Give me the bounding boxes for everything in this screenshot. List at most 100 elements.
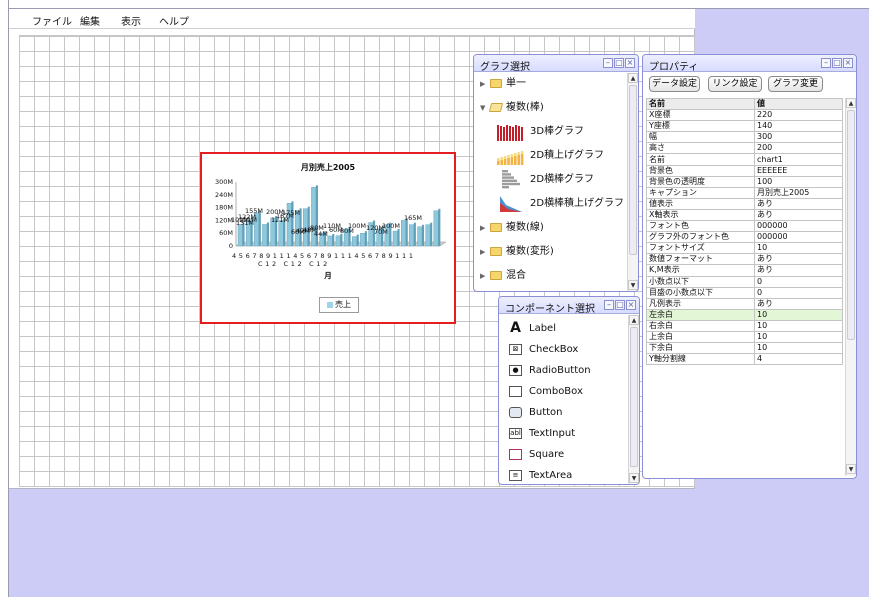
component-list-scrollbar[interactable]: ▲ ▼ (628, 315, 639, 484)
property-row[interactable]: 高さ 200 (646, 142, 843, 155)
menu-help[interactable]: ヘルプ (159, 13, 189, 28)
component-item[interactable]: ≡ TextArea (509, 466, 572, 484)
property-row[interactable]: 上余白 10 (646, 330, 843, 344)
close-icon[interactable]: × (625, 58, 635, 68)
change-graph-button[interactable]: グラフ変更 (768, 76, 823, 92)
property-row[interactable]: 凡例表示 あり (646, 297, 843, 310)
property-row[interactable]: 目盛の小数点以下 0 (646, 286, 843, 299)
property-value[interactable]: EEEEEE (754, 164, 843, 177)
close-icon[interactable]: × (843, 58, 853, 68)
property-row[interactable]: 右余白 10 (646, 319, 843, 332)
property-value[interactable]: あり (754, 197, 843, 210)
menu-edit[interactable]: 編集 (80, 13, 100, 28)
property-value[interactable]: あり (754, 253, 843, 266)
component-item[interactable]: Button (509, 403, 563, 423)
graph-type-item[interactable]: 2D横棒積上げグラフ (496, 192, 624, 216)
property-row[interactable]: 名前 chart1 (646, 153, 843, 166)
scroll-thumb[interactable] (629, 85, 637, 255)
triangle-right-icon[interactable]: ▶ (480, 75, 488, 93)
minimize-icon[interactable]: – (604, 300, 614, 310)
chart-widget[interactable]: 月別売上2005 300M 240M 180M 120M 60M 0 155M 122M 100… (200, 152, 456, 324)
maximize-icon[interactable]: □ (614, 58, 624, 68)
component-item[interactable]: Square (509, 445, 564, 465)
property-row[interactable]: フォント色 000000 (646, 220, 843, 233)
property-value[interactable]: 220 (754, 109, 843, 122)
minimize-icon[interactable]: – (603, 58, 613, 68)
graph-type-item[interactable]: 2D横棒グラフ (496, 168, 594, 192)
property-row[interactable]: 幅 300 (646, 131, 843, 144)
property-row[interactable]: K,M表示 あり (646, 264, 843, 277)
maximize-icon[interactable]: □ (832, 58, 842, 68)
menu-file[interactable]: ファイル (32, 13, 72, 28)
scroll-thumb[interactable] (847, 110, 855, 340)
graph-folder-item[interactable]: ▶ 複数(変形) (480, 243, 554, 261)
property-row[interactable]: X軸表示 あり (646, 208, 843, 222)
property-value[interactable]: 4 (754, 353, 843, 366)
component-item[interactable]: ⊠ CheckBox (509, 340, 578, 360)
scroll-up-icon[interactable]: ▲ (628, 73, 638, 83)
link-settings-button[interactable]: リンク設定 (708, 76, 762, 92)
scroll-down-icon[interactable]: ▼ (628, 280, 638, 290)
scroll-up-icon[interactable]: ▲ (846, 98, 856, 108)
menu-view[interactable]: 表示 (121, 13, 141, 28)
property-row[interactable]: Y座標 140 (646, 120, 843, 133)
component-item[interactable]: A Label (509, 319, 556, 339)
triangle-down-icon[interactable]: ▼ (480, 99, 488, 117)
property-row[interactable]: X座標 220 (646, 109, 843, 122)
property-value[interactable]: 0 (754, 275, 843, 288)
property-value[interactable]: 300 (754, 131, 843, 144)
property-value[interactable]: あり (754, 297, 843, 310)
property-value[interactable]: 10 (754, 330, 843, 344)
graph-folder-item[interactable]: ▶ 複数(線) (480, 219, 544, 237)
bar-chart: 300M240M180M120M60M0155M122M100M131M101M… (215, 178, 447, 280)
triangle-right-icon[interactable]: ▶ (480, 243, 488, 261)
property-row[interactable]: 数値フォーマット あり (646, 253, 843, 266)
component-label: Square (529, 449, 565, 460)
property-value[interactable]: 10 (754, 319, 843, 332)
property-row[interactable]: 値表示 あり (646, 197, 843, 210)
graph-folder-item[interactable]: ▶ 単一 (480, 75, 526, 93)
property-scrollbar[interactable]: ▲ ▼ (845, 98, 856, 476)
property-value[interactable]: 000000 (754, 231, 843, 244)
property-value[interactable]: 000000 (754, 220, 843, 233)
property-row[interactable]: Y軸分割線 4 (646, 353, 843, 366)
close-icon[interactable]: × (626, 300, 636, 310)
data-settings-button[interactable]: データ設定 (649, 76, 700, 92)
property-value[interactable]: 月別売上2005 (754, 186, 843, 199)
triangle-right-icon[interactable]: ▶ (480, 219, 488, 237)
triangle-right-icon[interactable]: ▶ (480, 267, 488, 285)
property-value[interactable]: 200 (754, 142, 843, 155)
property-value[interactable]: 0 (754, 286, 843, 299)
scroll-up-icon[interactable]: ▲ (629, 315, 639, 325)
property-row[interactable]: 背景色 EEEEEE (646, 164, 843, 177)
scroll-down-icon[interactable]: ▼ (846, 464, 856, 474)
graph-list-scrollbar[interactable]: ▲ ▼ (627, 73, 638, 291)
property-value[interactable]: 10 (754, 308, 843, 321)
graph-type-item[interactable]: 3D棒グラフ (496, 120, 584, 144)
property-row[interactable]: 左余白 10 (646, 308, 843, 321)
component-item[interactable]: abl TextInput (509, 424, 575, 444)
property-value[interactable]: あり (754, 264, 843, 277)
scroll-thumb[interactable] (630, 327, 638, 467)
property-row[interactable]: キャプション 月別売上2005 (646, 186, 843, 199)
property-row[interactable]: 小数点以下 0 (646, 275, 843, 288)
maximize-icon[interactable]: □ (615, 300, 625, 310)
property-row[interactable]: 下余白 10 (646, 342, 843, 355)
minimize-icon[interactable]: – (821, 58, 831, 68)
property-row[interactable]: 背景色の透明度 100 (646, 175, 843, 188)
property-value[interactable]: あり (754, 208, 843, 222)
component-item[interactable]: ● RadioButton (509, 361, 591, 381)
property-value[interactable]: 140 (754, 120, 843, 133)
graph-type-item[interactable]: 2D積上げグラフ (496, 144, 604, 168)
property-row[interactable]: フォントサイズ 10 (646, 242, 843, 255)
scroll-down-icon[interactable]: ▼ (629, 473, 639, 483)
property-value[interactable]: 100 (754, 175, 843, 188)
graph-folder-item[interactable]: ▼ 複数(棒) (480, 99, 544, 117)
property-row[interactable]: グラフ外のフォント色 000000 (646, 231, 843, 244)
stacked-bar-thumb-icon (497, 151, 524, 165)
property-value[interactable]: 10 (754, 242, 843, 255)
graph-folder-item[interactable]: ▶ 混合 (480, 267, 526, 285)
component-item[interactable]: ComboBox (509, 382, 583, 402)
property-value[interactable]: chart1 (754, 153, 843, 166)
property-value[interactable]: 10 (754, 342, 843, 355)
